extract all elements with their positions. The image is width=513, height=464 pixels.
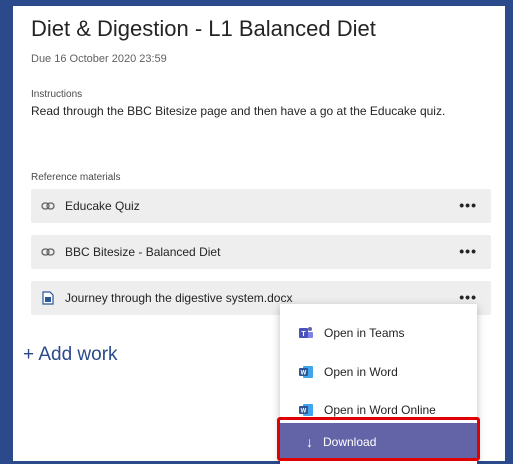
svg-text:W: W <box>301 409 307 415</box>
menu-item-label: Open in Word Online <box>324 403 436 417</box>
reference-item-educake[interactable]: Educake Quiz ••• <box>31 189 491 223</box>
link-icon <box>31 247 65 257</box>
svg-text:T: T <box>301 331 306 338</box>
menu-item-label: Open in Teams <box>324 326 405 340</box>
assignment-title: Diet & Digestion - L1 Balanced Diet <box>31 16 376 41</box>
download-label: Download <box>323 435 377 449</box>
instructions-label: Instructions <box>31 89 83 100</box>
word-icon: W <box>298 365 314 379</box>
menu-item-open-in-teams[interactable]: T Open in Teams <box>280 316 477 350</box>
reference-materials-label: Reference materials <box>31 172 121 183</box>
menu-item-open-in-word-online[interactable]: W Open in Word Online <box>280 393 477 427</box>
due-date: Due 16 October 2020 23:59 <box>31 53 167 65</box>
add-work-button[interactable]: + Add work <box>23 344 118 366</box>
link-icon <box>31 201 65 211</box>
menu-item-open-in-word[interactable]: W Open in Word <box>280 355 477 389</box>
more-options-icon[interactable]: ••• <box>459 197 477 213</box>
instructions-text: Read through the BBC Bitesize page and t… <box>31 104 446 118</box>
more-options-icon[interactable]: ••• <box>459 243 477 259</box>
teams-icon: T <box>298 326 314 340</box>
reference-item-bbc-bitesize[interactable]: BBC Bitesize - Balanced Diet ••• <box>31 235 491 269</box>
menu-item-label: Open in Word <box>324 365 398 379</box>
download-button[interactable]: ↓ Download <box>280 423 477 461</box>
reference-item-label: Journey through the digestive system.doc… <box>65 291 293 305</box>
word-icon: W <box>298 403 314 417</box>
reference-item-label: Educake Quiz <box>65 199 140 213</box>
download-icon: ↓ <box>306 434 313 450</box>
more-options-icon[interactable]: ••• <box>459 289 477 305</box>
word-doc-icon <box>31 291 65 305</box>
reference-item-label: BBC Bitesize - Balanced Diet <box>65 245 221 259</box>
svg-text:W: W <box>301 371 307 377</box>
